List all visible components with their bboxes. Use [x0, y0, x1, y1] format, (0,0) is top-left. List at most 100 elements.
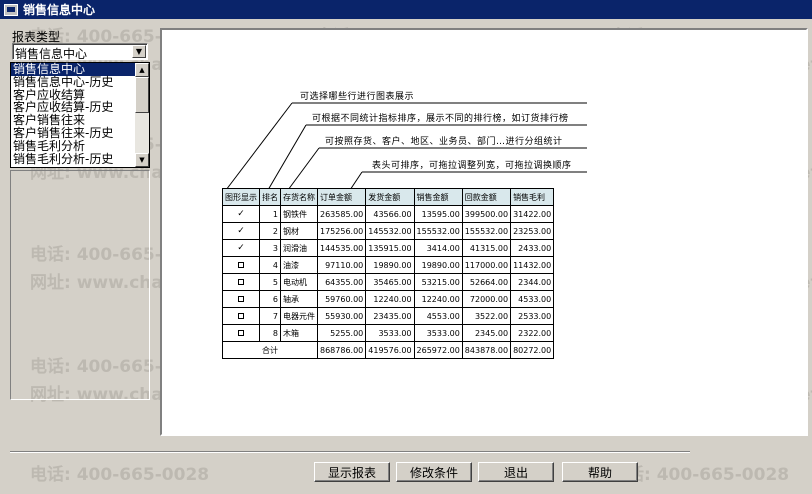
table-row[interactable]: ✓ 1 钢铁件 263585.00 43566.00 13595.00 399500.00 3… — [222, 205, 555, 223]
total-ship-cell: 419576.00 — [365, 341, 415, 359]
margin-cell: 11432.00 — [510, 256, 555, 274]
sales-cell: 3414.00 — [413, 239, 463, 257]
chart-toggle-checkbox[interactable] — [222, 324, 260, 342]
report-type-list[interactable]: 销售信息中心 销售信息中心-历史 客户应收结算 客户应收结算-历史 客户销售往来 客户销售… — [10, 62, 150, 168]
sales-cell: 12240.00 — [413, 290, 463, 308]
order-cell: 55930.00 — [316, 307, 367, 325]
report-type-panel: 报表类型 销售信息中心 ▼ 销售信息中心 销售信息中心-历史 客户应收结算 客户应收结… — [10, 28, 152, 400]
order-cell: 175256.00 — [316, 222, 367, 240]
order-cell: 263585.00 — [316, 205, 367, 223]
sales-cell: 155532.00 — [413, 222, 463, 240]
sales-cell: 53215.00 — [413, 273, 463, 291]
receipt-cell: 41315.00 — [461, 239, 512, 257]
help-button[interactable]: 帮助 — [562, 462, 638, 482]
receipt-cell: 52664.00 — [461, 273, 512, 291]
list-item[interactable]: 销售信息中心 — [11, 63, 149, 76]
item-name-cell: 木箱 — [280, 324, 318, 342]
ship-cell: 3533.00 — [365, 324, 415, 342]
empty-checkbox-icon — [238, 261, 244, 268]
column-header[interactable]: 订单金额 — [316, 188, 367, 206]
show-report-button[interactable]: 显示报表 — [314, 462, 390, 482]
receipt-cell: 2345.00 — [461, 324, 512, 342]
rank-cell: 3 — [259, 239, 281, 257]
column-header[interactable]: 排名 — [259, 188, 281, 206]
scroll-down-icon[interactable]: ▼ — [135, 153, 149, 167]
rank-cell: 1 — [259, 205, 281, 223]
item-name-cell: 轴承 — [280, 290, 318, 308]
item-name-cell: 润滑油 — [280, 239, 318, 257]
column-header[interactable]: 图形显示 — [222, 188, 260, 206]
total-row: 合计 868786.00 419576.00 265972.00 843878.00 80… — [222, 341, 555, 359]
order-cell: 97110.00 — [316, 256, 367, 274]
chart-toggle-checkbox[interactable] — [222, 256, 260, 274]
ship-cell: 135915.00 — [365, 239, 415, 257]
column-header[interactable]: 销售毛利 — [510, 188, 555, 206]
table-row[interactable]: 5 电动机 64355.00 35465.00 53215.00 52664.00 2344… — [222, 273, 555, 291]
sales-cell: 13595.00 — [413, 205, 463, 223]
list-item[interactable]: 销售信息中心-历史 — [11, 75, 149, 89]
annotation-grouping: 可按照存货、客户、地区、业务员、部门…进行分组统计 — [325, 137, 563, 147]
scroll-up-icon[interactable]: ▲ — [135, 63, 149, 77]
margin-cell: 2344.00 — [510, 273, 555, 291]
total-label: 合计 — [222, 341, 318, 359]
item-name-cell: 钢铁件 — [280, 205, 318, 223]
title-bar[interactable]: 销售信息中心 — [0, 0, 812, 19]
order-cell: 144535.00 — [316, 239, 367, 257]
chart-toggle-checkbox[interactable] — [222, 290, 260, 308]
column-header[interactable]: 销售金额 — [413, 188, 463, 206]
watermark-phone: 电话: 400-665-0028 — [30, 465, 210, 485]
chart-toggle-checkbox[interactable]: ✓ — [222, 239, 260, 257]
table-row[interactable]: 6 轴承 59760.00 12240.00 12240.00 72000.00 4533.… — [222, 290, 555, 308]
total-sales-cell: 265972.00 — [413, 341, 463, 359]
table-row[interactable]: ✓ 2 钢材 175256.00 145532.00 155532.00 155532.00… — [222, 222, 555, 240]
annotation-ranking: 可根据不同统计指标排序，展示不同的排行榜，如订货排行榜 — [312, 114, 569, 124]
exit-button[interactable]: 退出 — [478, 462, 554, 482]
ship-cell: 145532.00 — [365, 222, 415, 240]
rank-cell: 5 — [259, 273, 281, 291]
list-item[interactable]: 客户销售往来-历史 — [11, 127, 149, 140]
list-item[interactable]: 销售毛利分析-历史 — [11, 152, 149, 166]
ship-cell: 43566.00 — [365, 205, 415, 223]
app-window-icon — [4, 3, 18, 16]
ship-cell: 35465.00 — [365, 273, 415, 291]
order-cell: 5255.00 — [316, 324, 367, 342]
bottom-separator — [10, 451, 690, 453]
receipt-cell: 3522.00 — [461, 307, 512, 325]
rank-cell: 6 — [259, 290, 281, 308]
empty-checkbox-icon — [238, 295, 244, 302]
chart-toggle-checkbox[interactable] — [222, 307, 260, 325]
margin-cell: 23253.00 — [510, 222, 555, 240]
table-row[interactable]: 4 油漆 97110.00 19890.00 19890.00 117000.00 1143… — [222, 256, 555, 274]
empty-checkbox-icon — [238, 329, 244, 336]
report-preview: 可选择哪些行进行图表展示 可根据不同统计指标排序，展示不同的排行榜，如订货排行榜… — [160, 28, 808, 436]
sales-cell: 3533.00 — [413, 324, 463, 342]
sales-cell: 19890.00 — [413, 256, 463, 274]
left-empty-frame — [10, 170, 150, 400]
scroll-thumb[interactable] — [135, 77, 149, 113]
empty-checkbox-icon — [238, 312, 244, 319]
margin-cell: 2533.00 — [510, 307, 555, 325]
report-type-combo-value: 销售信息中心 — [15, 47, 88, 61]
chart-toggle-checkbox[interactable]: ✓ — [222, 222, 260, 240]
rank-cell: 7 — [259, 307, 281, 325]
column-header[interactable]: 存货名称 — [280, 188, 318, 206]
chart-toggle-checkbox[interactable] — [222, 273, 260, 291]
report-grid: 图形显示 排名 存货名称 订单金额 发货金额 销售金额 回款金额 销售毛利 ✓ 1 钢铁件 2635… — [222, 188, 555, 359]
modify-conditions-button[interactable]: 修改条件 — [396, 462, 472, 482]
table-row[interactable]: ✓ 3 润滑油 144535.00 135915.00 3414.00 41315.00 24… — [222, 239, 555, 257]
receipt-cell: 72000.00 — [461, 290, 512, 308]
empty-checkbox-icon — [238, 278, 244, 285]
receipt-cell: 117000.00 — [461, 256, 512, 274]
chevron-down-icon[interactable]: ▼ — [132, 45, 146, 58]
column-header[interactable]: 回款金额 — [461, 188, 512, 206]
report-type-combo[interactable]: 销售信息中心 ▼ — [12, 43, 148, 61]
ship-cell: 23435.00 — [365, 307, 415, 325]
list-scrollbar[interactable]: ▲ ▼ — [135, 63, 149, 167]
chart-toggle-checkbox[interactable]: ✓ — [222, 205, 260, 223]
check-mark-icon: ✓ — [237, 243, 245, 253]
list-item[interactable]: 销售毛利分析 — [11, 139, 149, 153]
table-row[interactable]: 7 电器元件 55930.00 23435.00 4553.00 3522.00 2533.… — [222, 307, 555, 325]
rank-cell: 4 — [259, 256, 281, 274]
table-row[interactable]: 8 木箱 5255.00 3533.00 3533.00 2345.00 2322.00 — [222, 324, 555, 342]
column-header[interactable]: 发货金额 — [365, 188, 415, 206]
